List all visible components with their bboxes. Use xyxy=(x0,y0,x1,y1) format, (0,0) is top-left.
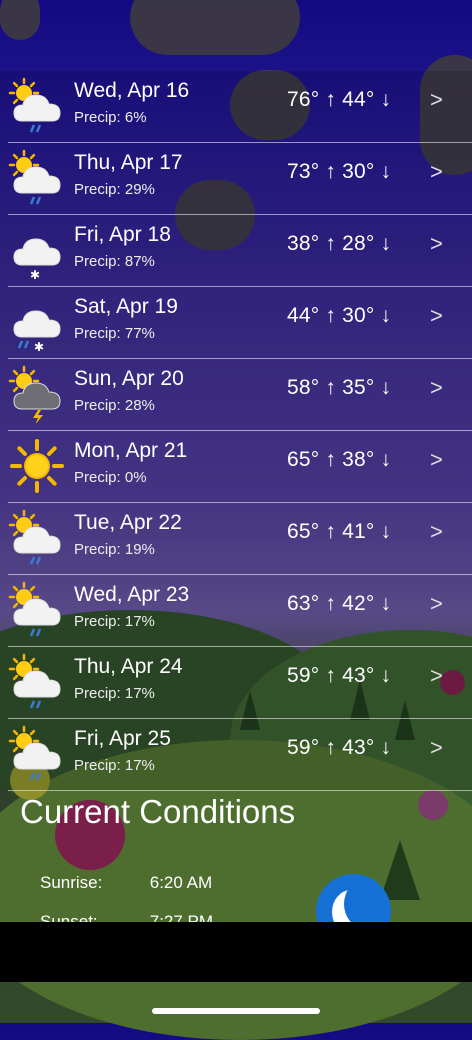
forecast-row[interactable]: Tue, Apr 22 Precip: 19% 65° ↑ 41° ↓ > xyxy=(8,503,472,575)
forecast-row[interactable]: Sun, Apr 20 Precip: 28% 58° ↑ 35° ↓ > xyxy=(8,359,472,431)
forecast-temps: 38° ↑ 28° ↓ xyxy=(287,232,392,255)
bottom-bar xyxy=(0,922,472,982)
forecast-precip: Precip: 87% xyxy=(74,253,155,270)
chevron-right-icon[interactable]: > xyxy=(430,735,443,761)
forecast-day: Fri, Apr 18 xyxy=(74,223,171,246)
forecast-precip: Precip: 77% xyxy=(74,325,155,342)
forecast-row[interactable]: ✱ Sat, Apr 19 Precip: 77% 44° ↑ 30° ↓ > xyxy=(8,287,472,359)
forecast-day: Thu, Apr 24 xyxy=(74,655,183,678)
forecast-day: Sun, Apr 20 xyxy=(74,367,184,390)
forecast-row[interactable]: Wed, Apr 23 Precip: 17% 63° ↑ 42° ↓ > xyxy=(8,575,472,647)
forecast-day: Sat, Apr 19 xyxy=(74,295,178,318)
cloud-snow-icon: ✱ xyxy=(8,221,66,282)
chevron-right-icon[interactable]: > xyxy=(430,591,443,617)
sunrise-value: 6:20 AM xyxy=(149,873,213,892)
home-indicator[interactable] xyxy=(152,1008,320,1014)
forecast-day: Wed, Apr 23 xyxy=(74,583,190,606)
forecast-precip: Precip: 17% xyxy=(74,757,155,774)
forecast-temps: 65° ↑ 41° ↓ xyxy=(287,520,392,543)
svg-text:✱: ✱ xyxy=(34,340,44,351)
chevron-right-icon[interactable]: > xyxy=(430,447,443,473)
chevron-right-icon[interactable]: > xyxy=(430,231,443,257)
daily-forecast-list: Wed, Apr 16 Precip: 6% 76° ↑ 44° ↓ > Thu… xyxy=(0,71,472,791)
forecast-temps: 76° ↑ 44° ↓ xyxy=(287,88,392,111)
current-conditions-title: Current Conditions xyxy=(20,793,296,830)
partly-cloudy-rain-icon xyxy=(8,77,66,135)
forecast-precip: Precip: 17% xyxy=(74,685,155,702)
forecast-day: Thu, Apr 17 xyxy=(74,151,183,174)
forecast-temps: 65° ↑ 38° ↓ xyxy=(287,448,392,471)
svg-text:✱: ✱ xyxy=(30,268,40,279)
forecast-row[interactable]: Thu, Apr 24 Precip: 17% 59° ↑ 43° ↓ > xyxy=(8,647,472,719)
chevron-right-icon[interactable]: > xyxy=(430,663,443,689)
forecast-precip: Precip: 6% xyxy=(74,109,147,126)
forecast-temps: 44° ↑ 30° ↓ xyxy=(287,304,392,327)
forecast-day: Tue, Apr 22 xyxy=(74,511,182,534)
partly-cloudy-rain-icon xyxy=(8,725,66,783)
forecast-day: Wed, Apr 16 xyxy=(74,79,190,102)
cloud-rain-snow-icon: ✱ xyxy=(8,293,66,354)
forecast-row[interactable]: Thu, Apr 17 Precip: 29% 73° ↑ 30° ↓ > xyxy=(8,143,472,215)
partly-cloudy-rain-icon xyxy=(8,149,66,207)
chevron-right-icon[interactable]: > xyxy=(430,303,443,329)
sunrise-row: Sunrise: 6:20 AM xyxy=(40,873,212,893)
forecast-day: Fri, Apr 25 xyxy=(74,727,171,750)
forecast-day: Mon, Apr 21 xyxy=(74,439,188,462)
forecast-precip: Precip: 19% xyxy=(74,541,155,558)
forecast-temps: 73° ↑ 30° ↓ xyxy=(287,160,392,183)
partly-cloudy-rain-icon xyxy=(8,509,66,567)
partly-cloudy-rain-icon xyxy=(8,653,66,711)
forecast-precip: Precip: 28% xyxy=(74,397,155,414)
forecast-precip: Precip: 17% xyxy=(74,613,155,630)
forecast-temps: 59° ↑ 43° ↓ xyxy=(287,736,392,759)
forecast-precip: Precip: 0% xyxy=(74,469,147,486)
forecast-precip: Precip: 29% xyxy=(74,181,155,198)
forecast-row[interactable]: ✱ Fri, Apr 18 Precip: 87% 38° ↑ 28° ↓ > xyxy=(8,215,472,287)
forecast-temps: 58° ↑ 35° ↓ xyxy=(287,376,392,399)
forecast-temps: 59° ↑ 43° ↓ xyxy=(287,664,392,687)
forecast-row[interactable]: Wed, Apr 16 Precip: 6% 76° ↑ 44° ↓ > xyxy=(8,71,472,143)
forecast-temps: 63° ↑ 42° ↓ xyxy=(287,592,392,615)
chevron-right-icon[interactable]: > xyxy=(430,375,443,401)
thunderstorm-icon xyxy=(8,365,66,425)
chevron-right-icon[interactable]: > xyxy=(430,87,443,113)
sun-icon xyxy=(8,437,66,495)
sunrise-label: Sunrise: xyxy=(40,873,103,892)
forecast-row[interactable]: Mon, Apr 21 Precip: 0% 65° ↑ 38° ↓ > xyxy=(8,431,472,503)
forecast-row[interactable]: Fri, Apr 25 Precip: 17% 59° ↑ 43° ↓ > xyxy=(8,719,472,791)
chevron-right-icon[interactable]: > xyxy=(430,159,443,185)
chevron-right-icon[interactable]: > xyxy=(430,519,443,545)
partly-cloudy-rain-icon xyxy=(8,581,66,639)
